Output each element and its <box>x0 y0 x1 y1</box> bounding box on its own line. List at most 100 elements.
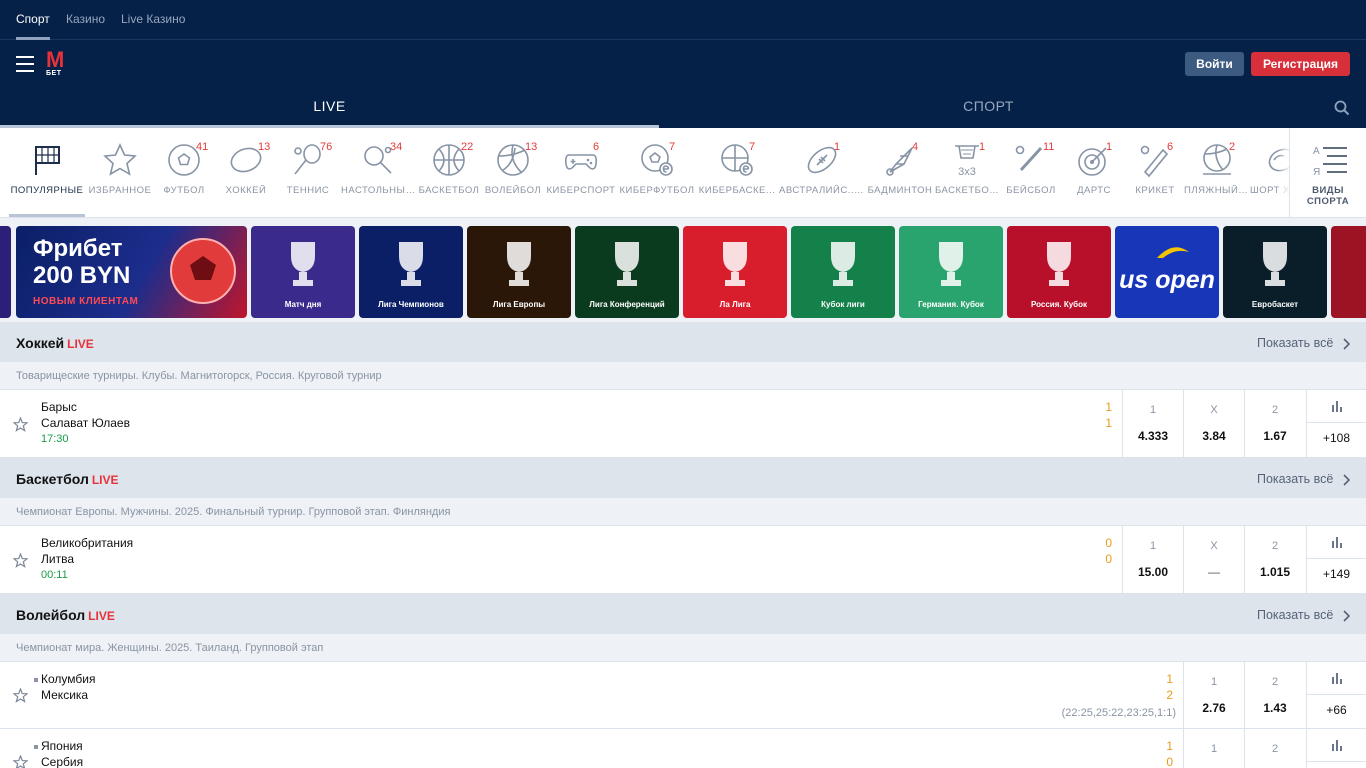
score-home: 0 <box>1105 536 1112 550</box>
sport-item[interactable]: 34 НАСТОЛЬНЫЙ ТЕННИС <box>341 128 415 217</box>
score-away: 1 <box>1105 416 1112 430</box>
score-home: 1 <box>1166 672 1173 686</box>
stats-icon[interactable] <box>1330 536 1344 548</box>
tournament-row[interactable]: Товарищеские турниры. Клубы. Магнитогорс… <box>0 362 1366 390</box>
banner-tile[interactable]: Евробаскет <box>1223 226 1327 318</box>
team-away: Мексика <box>41 688 89 702</box>
chevron-right-icon[interactable] <box>1342 610 1350 622</box>
sport-label: ПОПУЛЯРНЫЕ <box>10 185 84 196</box>
banner-tile[interactable]: Чем <box>1331 226 1366 318</box>
tab-sport[interactable]: СПОРТ <box>659 98 1318 128</box>
tournament-row[interactable]: Чемпионат мира. Женщины. 2025. Таиланд. … <box>0 634 1366 662</box>
sport-item[interactable]: 7 КИБЕРФУТБОЛ <box>619 128 695 217</box>
logo[interactable]: M БЕТ <box>46 47 68 78</box>
banner-label: Ла Лига <box>719 300 751 309</box>
odd-cell[interactable]: 2 1.015 <box>1244 526 1305 594</box>
team-away: Салават Юлаев <box>41 416 130 430</box>
odd-cell[interactable]: 1 4.333 <box>1122 390 1183 458</box>
menu-icon[interactable] <box>16 56 34 72</box>
odd-cell[interactable]: 1 15.00 <box>1122 526 1183 594</box>
sport-count: 1 <box>979 141 986 153</box>
sport-item[interactable]: 22 БАСКЕТБОЛ <box>417 128 481 217</box>
login-button[interactable]: Войти <box>1185 52 1244 76</box>
sport-label: КИБЕРСПОРТ <box>546 185 616 196</box>
sport-item[interactable]: 7 КИБЕРБАСКЕ... <box>697 128 777 217</box>
sport-item[interactable]: 41 ФУТБОЛ <box>154 128 214 217</box>
topnav-sport[interactable]: Спорт <box>16 12 50 40</box>
topnav-casino[interactable]: Казино <box>66 12 105 40</box>
favorite-star-icon[interactable] <box>13 417 28 432</box>
odd-label: 2 <box>1271 743 1279 755</box>
banner-tile[interactable]: Германия. Кубок <box>899 226 1003 318</box>
trophy-icon <box>1047 242 1071 286</box>
odd-cell[interactable]: X 3.84 <box>1183 390 1244 458</box>
odd-cell[interactable]: 1 2.76 <box>1183 662 1244 729</box>
banner-freebet[interactable]: Фрибет 200 BYN НОВЫМ КЛИЕНТАМ <box>16 226 247 318</box>
banner-tile[interactable]: Лига Чемпионов <box>359 226 463 318</box>
chevron-right-icon[interactable] <box>1342 338 1350 350</box>
sport-item[interactable]: 3x3 1 БАСКЕТБОЛ 3Х3 <box>935 128 999 217</box>
odd-value: 1.67 <box>1263 429 1287 443</box>
banner-tile[interactable]: us open <box>1115 226 1219 318</box>
sport-item[interactable]: 1 ДАРТС <box>1064 128 1124 217</box>
section-title: Хоккей LIVE <box>16 335 94 351</box>
sport-item[interactable]: 76 ТЕННИС <box>278 128 338 217</box>
favorite-star-icon[interactable] <box>13 553 28 568</box>
sport-label: ФУТБОЛ <box>163 185 205 196</box>
more-markets[interactable]: +108 <box>1306 390 1366 458</box>
more-markets[interactable] <box>1306 729 1366 768</box>
odd-cell[interactable]: 2 1.43 <box>1244 662 1305 729</box>
event-row[interactable]: Колумбия Мексика 1 2 (22:25,25:22,23:25,1:1… <box>0 662 1366 729</box>
show-all-link[interactable]: Показать всё <box>1257 608 1333 622</box>
more-markets[interactable]: +66 <box>1306 662 1366 729</box>
stats-icon[interactable] <box>1330 739 1344 751</box>
banner-tile[interactable]: Ла Лига <box>683 226 787 318</box>
banner-prev[interactable] <box>0 226 11 318</box>
favorite-star-icon[interactable] <box>13 755 28 768</box>
score-home: 1 <box>1105 400 1112 414</box>
sport-item[interactable]: 13 ВОЛЕЙБОЛ <box>483 128 543 217</box>
chevron-right-icon[interactable] <box>1342 474 1350 486</box>
sport-item[interactable]: 6 КИБЕРСПОРТ <box>546 128 616 217</box>
more-count[interactable]: +66 <box>1307 703 1366 717</box>
stats-icon[interactable] <box>1330 672 1344 684</box>
odd-cell[interactable]: 2 <box>1244 729 1305 768</box>
banner-tile[interactable]: Матч дня <box>251 226 355 318</box>
register-button[interactable]: Регистрация <box>1251 52 1350 76</box>
sport-item[interactable]: ИЗБРАННОЕ <box>88 128 152 217</box>
event-row[interactable]: Великобритания Литва 00:11 0 0 1 15.00 X — … <box>0 526 1366 594</box>
odd-label: 2 <box>1271 540 1279 552</box>
more-markets[interactable]: +149 <box>1306 526 1366 594</box>
sport-label: НАСТОЛЬНЫЙ ТЕННИС <box>341 185 415 196</box>
sport-item[interactable]: 4 БАДМИНТОН <box>867 128 933 217</box>
stats-icon[interactable] <box>1330 400 1344 412</box>
more-count[interactable]: +108 <box>1307 431 1366 445</box>
banner-tile[interactable]: Лига Европы <box>467 226 571 318</box>
sport-count: 7 <box>749 141 756 153</box>
show-all-link[interactable]: Показать всё <box>1257 336 1333 350</box>
event-row[interactable]: Барыс Салават Юлаев 17:30 1 1 1 4.333 X 3.8… <box>0 390 1366 458</box>
banner-tile[interactable]: Кубок лиги <box>791 226 895 318</box>
odd-cell[interactable]: 1 <box>1183 729 1244 768</box>
favorite-star-icon[interactable] <box>13 688 28 703</box>
banner-tile[interactable]: Россия. Кубок <box>1007 226 1111 318</box>
live-badge: LIVE <box>91 473 119 487</box>
sport-item[interactable]: 11 БЕЙСБОЛ <box>1001 128 1061 217</box>
tournament-row[interactable]: Чемпионат Европы. Мужчины. 2025. Финальн… <box>0 498 1366 526</box>
sport-item[interactable]: 1 АВСТРАЛИЙС... ФУТБОЛ <box>779 128 865 217</box>
sport-item[interactable]: 2 ПЛЯЖНЫЙ ВОЛЕЙБОЛ <box>1184 128 1250 217</box>
logo-mark: M <box>46 47 65 72</box>
search-icon[interactable] <box>1334 100 1350 116</box>
sport-item[interactable]: ПОПУЛЯРНЫЕ <box>9 128 85 217</box>
sport-item[interactable]: 6 КРИКЕТ <box>1125 128 1185 217</box>
odd-cell[interactable]: X — <box>1183 526 1244 594</box>
sport-types-button[interactable]: А Я ВИДЫ СПОРТА <box>1289 128 1366 217</box>
odd-cell[interactable]: 2 1.67 <box>1244 390 1305 458</box>
banner-tile[interactable]: Лига Конференций <box>575 226 679 318</box>
event-row[interactable]: Япония Сербия 1 0 1 2 <box>0 729 1366 768</box>
show-all-link[interactable]: Показать всё <box>1257 472 1333 486</box>
topnav-live-casino[interactable]: Live Казино <box>121 12 185 40</box>
sport-item[interactable]: 13 ХОККЕЙ <box>216 128 276 217</box>
more-count[interactable]: +149 <box>1307 567 1366 581</box>
tab-live[interactable]: LIVE <box>0 98 659 128</box>
